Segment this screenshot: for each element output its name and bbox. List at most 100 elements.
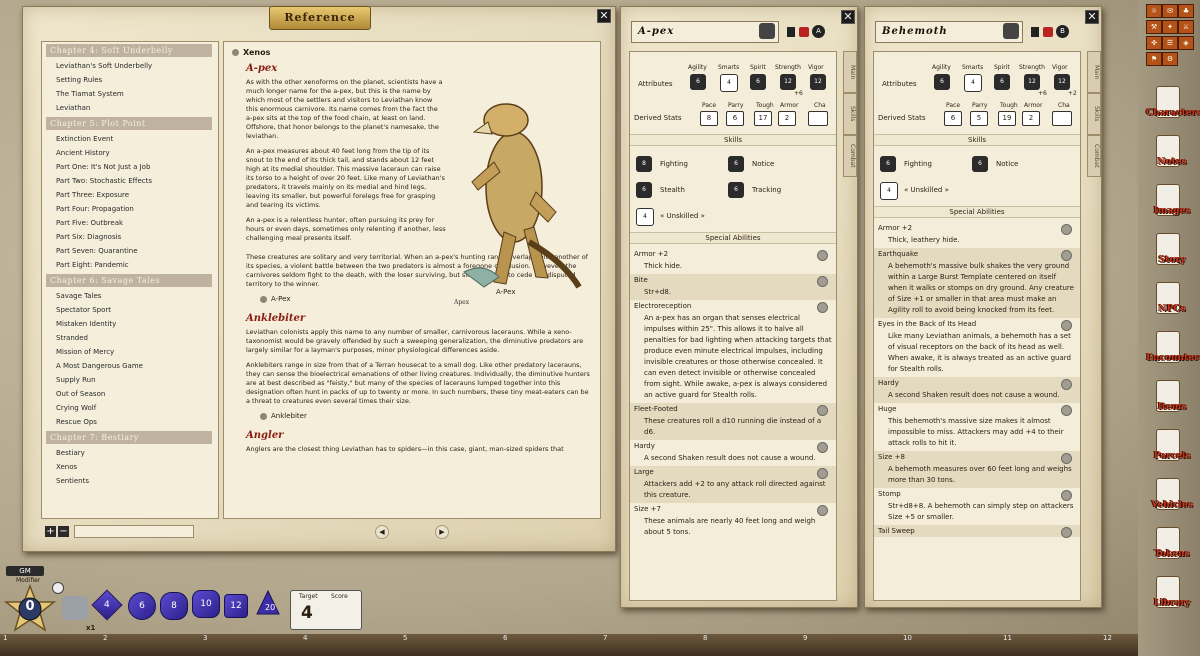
lock-icon[interactable] [787,27,795,37]
record-name[interactable]: Behemoth [875,21,1023,43]
ability-link-icon[interactable] [817,405,828,416]
toc-item[interactable]: Part Six: Diagnosis [42,230,218,244]
toc-item[interactable]: Bestiary [42,446,218,460]
lock-icon[interactable] [1031,27,1039,37]
ability-link-icon[interactable] [1061,224,1072,235]
ability-link-icon[interactable] [1061,320,1072,331]
chat-bar[interactable]: 1 2 3 4 5 6 7 8 9 10 11 12 [0,634,1138,656]
tool-icon[interactable]: ⚔ [1178,20,1194,34]
toc-item[interactable]: Leviathan [42,101,218,115]
sidebar-story-button[interactable]: Story [1146,231,1198,275]
sidebar-parcels-button[interactable]: Parcels [1146,427,1198,471]
sidebar-library-button[interactable]: Library [1146,574,1198,618]
skill-die[interactable]: 6 [636,182,652,198]
ability-link-icon[interactable] [817,250,828,261]
toc-item[interactable]: Xenos [42,460,218,474]
charisma-field[interactable] [808,111,828,126]
skill-tracking[interactable]: Tracking [752,186,781,194]
d8-die-icon[interactable]: 8 [160,592,188,620]
toc-chapter[interactable]: Chapter 4: Soft Underbelly [46,44,212,57]
toc-item[interactable]: Sentients [42,474,218,488]
id-badge-icon[interactable]: B [1056,25,1069,38]
tool-icon[interactable]: ☰ [1162,36,1178,50]
d6-die-icon[interactable]: 6 [128,592,156,620]
ability-link-icon[interactable] [817,302,828,313]
toughness-field[interactable]: 17 [754,111,772,126]
toc-item[interactable]: Leviathan's Soft Underbelly [42,59,218,73]
record-name[interactable]: A-pex [631,21,779,43]
skill-die[interactable]: 4 [636,208,654,226]
spirit-die[interactable]: 6 [750,74,766,90]
sidebar-vehicles-button[interactable]: Vehicles [1146,476,1198,520]
ability-link-icon[interactable] [817,505,828,516]
toc-chapter[interactable]: Chapter 7: Bestiary [46,431,212,444]
skill-die[interactable]: 6 [972,156,988,172]
tool-icon[interactable]: ◈ [1178,36,1194,50]
skill-die[interactable]: 6 [880,156,896,172]
toc-item[interactable]: Mission of Mercy [42,345,218,359]
skill-stealth[interactable]: Stealth [660,186,685,194]
prev-page-button[interactable]: ◀ [375,525,389,539]
ability-name[interactable]: Stomp [874,488,1080,500]
ability-name[interactable]: Electroreception [630,300,836,312]
toc-item[interactable]: Part Eight: Pandemic [42,258,218,272]
toc-item[interactable]: Savage Tales [42,289,218,303]
toc-item[interactable]: Supply Run [42,373,218,387]
sidebar-npcs-button[interactable]: NPCs [1146,280,1198,324]
tool-icon[interactable]: ✦ [1162,20,1178,34]
toc-search-input[interactable] [73,525,194,538]
close-icon[interactable]: ✕ [1085,10,1099,24]
armor-field[interactable]: 2 [778,111,796,126]
toc-item[interactable]: Rescue Ops [42,415,218,429]
pace-field[interactable]: 6 [944,111,962,126]
npc-icon[interactable] [799,27,809,37]
skill-die[interactable]: 6 [728,182,744,198]
smarts-die[interactable]: 4 [964,74,982,92]
tool-icon[interactable]: ⚙ [1162,52,1178,66]
ability-link-icon[interactable] [1061,453,1072,464]
toc-item[interactable]: Stranded [42,331,218,345]
ability-link-icon[interactable] [1061,379,1072,390]
vigor-die[interactable]: 12 [810,74,826,90]
ability-name[interactable]: Huge [874,403,1080,415]
ability-name[interactable]: Fleet-Footed [630,403,836,415]
toc-item[interactable]: A Most Dangerous Game [42,359,218,373]
dice-tower-icon[interactable] [62,596,88,620]
vigor-die[interactable]: 12 [1054,74,1070,90]
tool-icon[interactable]: ♣ [1178,4,1194,18]
sidebar-tokens-button[interactable]: Tokens [1146,525,1198,569]
id-badge-icon[interactable]: A [812,25,825,38]
skill-die[interactable]: 4 [880,182,898,200]
skill-notice[interactable]: Notice [996,160,1018,168]
ability-link-icon[interactable] [1061,490,1072,501]
ability-name[interactable]: Eyes in the Back of Its Head [874,318,1080,330]
toc-item[interactable]: Setting Rules [42,73,218,87]
tool-icon[interactable]: ✜ [1146,36,1162,50]
toc-item[interactable]: Crying Wolf [42,401,218,415]
toc-item[interactable]: Part Seven: Quarantine [42,244,218,258]
sidebar-notes-button[interactable]: Notes [1146,133,1198,177]
skill-fighting[interactable]: Fighting [904,160,932,168]
d10-die-icon[interactable]: 10 [192,590,220,618]
tab-skills[interactable]: Skills [843,93,857,135]
portrait-icon[interactable] [1003,23,1019,39]
d12-die-icon[interactable]: 12 [224,594,248,618]
tab-skills[interactable]: Skills [1087,93,1101,135]
toc-item[interactable]: Out of Season [42,387,218,401]
ability-name[interactable]: Tail Sweep [874,525,1080,537]
ability-link-icon[interactable] [817,468,828,479]
toc-item[interactable]: Part Five: Outbreak [42,216,218,230]
spirit-die[interactable]: 6 [994,74,1010,90]
tool-icon[interactable]: ☼ [1146,4,1162,18]
toc-chapter[interactable]: Chapter 6: Savage Tales [46,274,212,287]
ability-link-icon[interactable] [1061,250,1072,261]
d4-die-icon[interactable]: 4 [91,589,123,621]
tab-main[interactable]: Main [843,51,857,93]
parry-field[interactable]: 5 [970,111,988,126]
ability-name[interactable]: Armor +2 [630,248,836,260]
ability-link-icon[interactable] [1061,405,1072,416]
close-icon[interactable]: ✕ [841,10,855,24]
toc-item[interactable]: Mistaken Identity [42,317,218,331]
tool-icon[interactable]: ⚒ [1146,20,1162,34]
toc-item[interactable]: The Tiamat System [42,87,218,101]
